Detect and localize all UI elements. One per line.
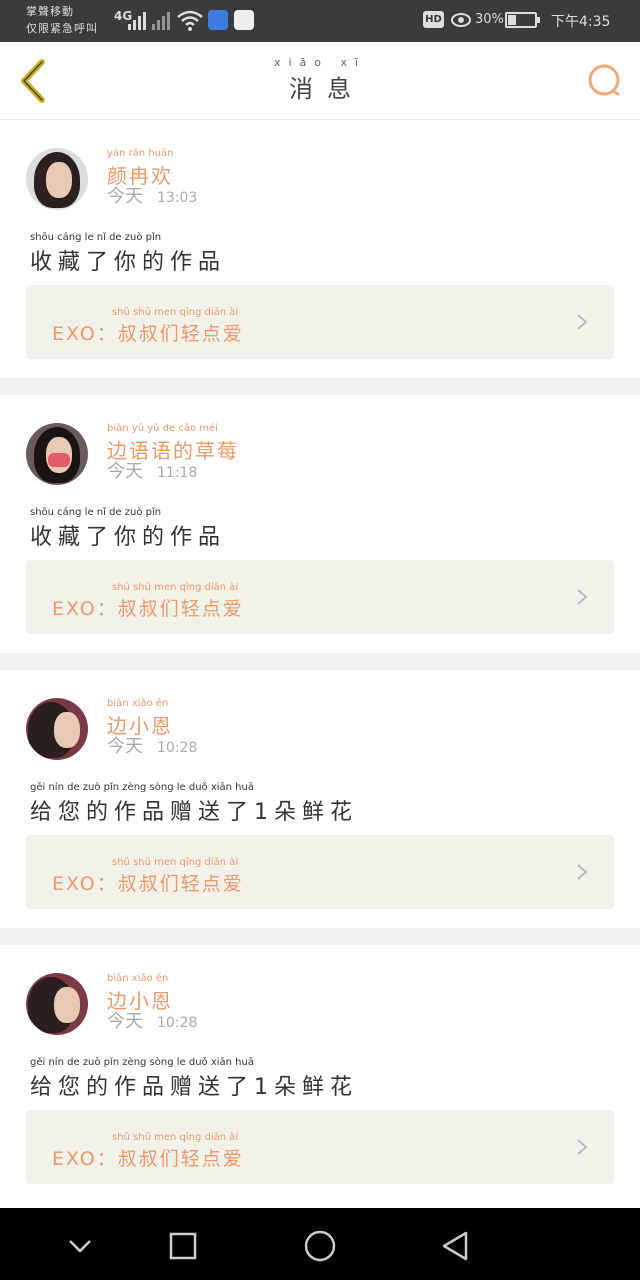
- work-title-text: EXO：叔叔们轻点爱: [52, 1148, 244, 1170]
- sender-name-pinyin: yán rǎn huān: [107, 148, 174, 159]
- battery-fill: [508, 15, 516, 25]
- message-clock: 10:28: [157, 740, 198, 756]
- message-body-pinyin: gěi nín de zuò pǐn zèng sòng le duǒ xiān…: [30, 782, 254, 793]
- message-time: 今天 13:03: [107, 182, 197, 208]
- message-body: shōu cáng le nǐ de zuò pǐn 收藏了你的作品: [30, 232, 226, 276]
- work-title-pinyin: shū shū men qīng diǎn ài: [112, 582, 239, 593]
- page-title: xiāo xī 消息: [0, 56, 640, 104]
- message-clock: 11:18: [157, 465, 198, 481]
- search-icon[interactable]: [586, 62, 624, 100]
- message-clock: 10:28: [157, 1015, 198, 1031]
- carrier-text: 掌聲移動 仅限紧急呼叫: [26, 3, 98, 37]
- message-body-text: 收藏了你的作品: [30, 525, 227, 550]
- app-notification-icon: [234, 10, 254, 30]
- battery-icon: [505, 12, 540, 28]
- chevron-right-icon: [577, 864, 588, 880]
- square-icon[interactable]: [165, 1228, 201, 1264]
- eye-comfort-icon: [451, 13, 471, 27]
- message-day: 今天: [107, 736, 143, 757]
- signal-icon: [128, 10, 146, 30]
- page-title-text: 消息: [289, 75, 365, 103]
- circle-icon[interactable]: [302, 1228, 338, 1264]
- work-title: shū shū men qīng diǎn ài EXO：叔叔们轻点爱: [52, 307, 244, 346]
- work-link[interactable]: shū shū men qīng diǎn ài EXO：叔叔们轻点爱: [26, 285, 614, 359]
- message-item: yán rǎn huān 颜冉欢 今天 13:03 shōu cáng le nǐ…: [0, 120, 640, 378]
- clock: 下午4:35: [551, 14, 611, 30]
- avatar[interactable]: [26, 423, 88, 485]
- page-title-pinyin: xiāo xī: [273, 56, 367, 69]
- wifi-icon: [177, 10, 203, 31]
- carrier-name: 掌聲移動: [26, 5, 74, 18]
- message-time: 今天 11:18: [107, 457, 197, 483]
- avatar[interactable]: [26, 973, 88, 1035]
- chevron-right-icon: [577, 589, 588, 605]
- message-body: gěi nín de zuò pǐn zèng sòng le duǒ xiān…: [30, 782, 358, 826]
- work-title: shū shū men qīng diǎn ài EXO：叔叔们轻点爱: [52, 1132, 244, 1171]
- message-body-pinyin: shōu cáng le nǐ de zuò pǐn: [30, 507, 162, 518]
- chevron-right-icon: [577, 314, 588, 330]
- message-day: 今天: [107, 1011, 143, 1032]
- status-bar: 掌聲移動 仅限紧急呼叫 4G HD 30% 下午4:35: [0, 0, 640, 42]
- avatar[interactable]: [26, 148, 88, 210]
- system-nav-bar: [0, 1208, 640, 1280]
- message-time: 今天 10:28: [107, 732, 197, 758]
- chevron-right-icon: [577, 1139, 588, 1155]
- work-link[interactable]: shū shū men qīng diǎn ài EXO：叔叔们轻点爱: [26, 835, 614, 909]
- message-body-pinyin: gěi nín de zuò pǐn zèng sòng le duǒ xiān…: [30, 1057, 254, 1068]
- message-item: biān xiǎo ēn 边小恩 今天 10:28 gěi nín de zuò …: [0, 670, 640, 928]
- work-title-text: EXO：叔叔们轻点爱: [52, 598, 244, 620]
- shield-app-icon: [208, 10, 228, 30]
- sender-name-pinyin: biān yǔ yǔ de cǎo méi: [107, 423, 218, 434]
- work-title-pinyin: shū shū men qīng diǎn ài: [112, 1132, 239, 1143]
- avatar[interactable]: [26, 698, 88, 760]
- work-title: shū shū men qīng diǎn ài EXO：叔叔们轻点爱: [52, 582, 244, 621]
- work-title-pinyin: shū shū men qīng diǎn ài: [112, 307, 239, 318]
- message-body-text: 给您的作品赠送了1朵鲜花: [30, 800, 358, 825]
- carrier-emergency: 仅限紧急呼叫: [26, 22, 98, 35]
- message-body: gěi nín de zuò pǐn zèng sòng le duǒ xiān…: [30, 1057, 358, 1101]
- signal-icon-2: [152, 10, 170, 30]
- message-body-text: 给您的作品赠送了1朵鲜花: [30, 1075, 358, 1100]
- message-item: biān yǔ yǔ de cǎo méi 边语语的草莓 今天 11:18 shō…: [0, 395, 640, 653]
- message-body: shōu cáng le nǐ de zuò pǐn 收藏了你的作品: [30, 507, 226, 551]
- triangle-back-icon[interactable]: [438, 1228, 474, 1264]
- message-clock: 13:03: [157, 190, 198, 206]
- hd-icon: HD: [423, 11, 444, 28]
- message-body-pinyin: shōu cáng le nǐ de zuò pǐn: [30, 232, 162, 243]
- work-link[interactable]: shū shū men qīng diǎn ài EXO：叔叔们轻点爱: [26, 1110, 614, 1184]
- chevron-down-icon[interactable]: [62, 1228, 98, 1264]
- message-time: 今天 10:28: [107, 1007, 197, 1033]
- work-title-text: EXO：叔叔们轻点爱: [52, 873, 244, 895]
- sender-name-pinyin: biān xiǎo ēn: [107, 698, 169, 709]
- message-day: 今天: [107, 461, 143, 482]
- top-app-bar: xiāo xī 消息: [0, 42, 640, 120]
- work-title-text: EXO：叔叔们轻点爱: [52, 323, 244, 345]
- message-body-text: 收藏了你的作品: [30, 250, 227, 275]
- sender-name-pinyin: biān xiǎo ēn: [107, 973, 169, 984]
- battery-percent: 30%: [475, 12, 504, 27]
- message-day: 今天: [107, 186, 143, 207]
- work-title: shū shū men qīng diǎn ài EXO：叔叔们轻点爱: [52, 857, 244, 896]
- work-title-pinyin: shū shū men qīng diǎn ài: [112, 857, 239, 868]
- work-link[interactable]: shū shū men qīng diǎn ài EXO：叔叔们轻点爱: [26, 560, 614, 634]
- message-item: biān xiǎo ēn 边小恩 今天 10:28 gěi nín de zuò …: [0, 945, 640, 1208]
